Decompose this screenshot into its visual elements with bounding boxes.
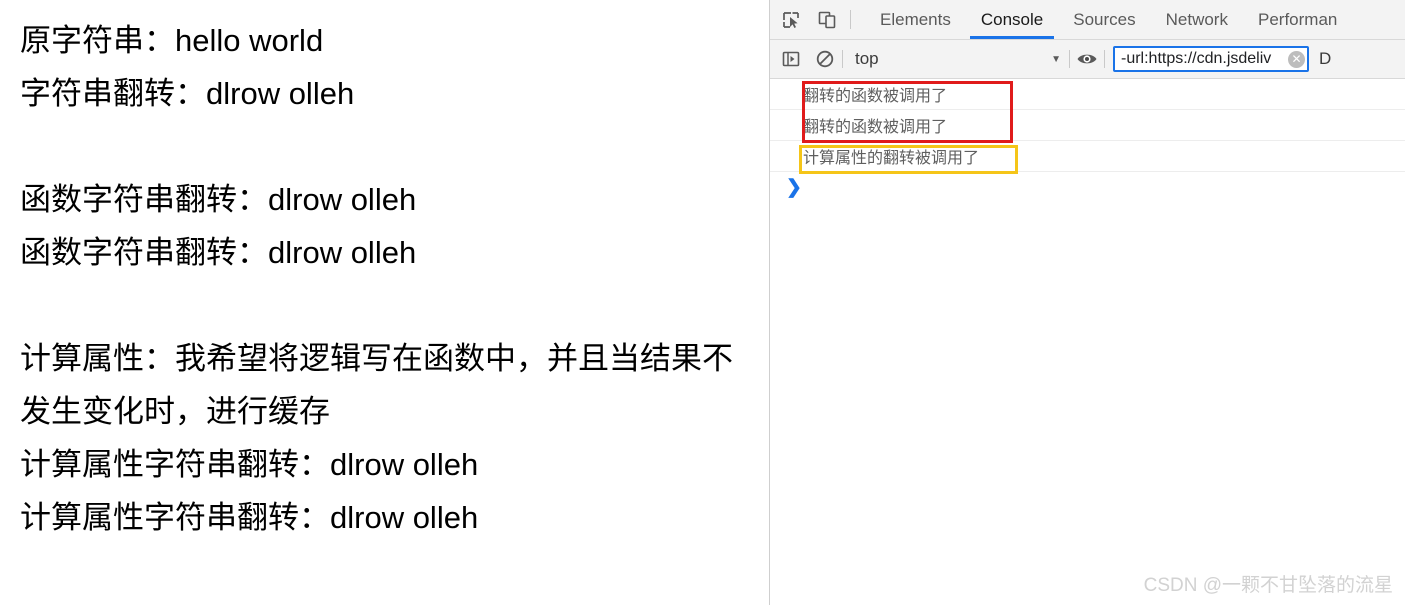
execution-context-value: top <box>855 49 879 68</box>
execution-context-select[interactable]: top ▼ <box>847 49 1065 69</box>
page-text-line: 函数字符串翻转：dlrow olleh <box>20 235 417 270</box>
tab-performance[interactable]: Performan <box>1243 0 1352 39</box>
page-spacer <box>20 279 769 332</box>
console-message-row: 计算属性的翻转被调用了 <box>770 141 1405 172</box>
tab-console[interactable]: Console <box>966 0 1058 39</box>
devtools-tool-icons <box>770 0 846 39</box>
tab-network[interactable]: Network <box>1151 0 1243 39</box>
devtools-tabbar: Elements Console Sources Network Perform… <box>770 0 1405 40</box>
page-content: 原字符串：hello world 字符串翻转：dlrow olleh 函数字符串… <box>0 0 769 544</box>
clear-console-icon[interactable] <box>812 46 838 72</box>
inspect-element-icon[interactable] <box>778 7 804 33</box>
screenshot-root: 原字符串：hello world 字符串翻转：dlrow olleh 函数字符串… <box>0 0 1405 605</box>
devtools-panel: Elements Console Sources Network Perform… <box>770 0 1405 605</box>
chevron-right-icon: ❯ <box>786 177 802 198</box>
page-text-line: 字符串翻转：dlrow olleh <box>20 76 355 111</box>
page-text-line: 计算属性：我希望将逻辑写在函数中，并且当结果不发生变化时，进行缓存 <box>20 341 733 429</box>
filterbar-divider-3 <box>1104 50 1105 68</box>
tab-sources[interactable]: Sources <box>1058 0 1150 39</box>
console-message-list[interactable]: 翻转的函数被调用了 翻转的函数被调用了 计算属性的翻转被调用了 ❯ CSDN @… <box>770 79 1405 605</box>
close-icon[interactable]: ✕ <box>1288 50 1305 68</box>
device-toolbar-icon[interactable] <box>814 7 840 33</box>
console-filter-toolbar: top ▼ ✕ D <box>770 40 1405 79</box>
rendered-page-pane: 原字符串：hello world 字符串翻转：dlrow olleh 函数字符串… <box>0 0 770 605</box>
search-input[interactable] <box>1121 50 1288 68</box>
tab-elements[interactable]: Elements <box>865 0 966 39</box>
live-expression-eye-icon[interactable] <box>1074 46 1100 72</box>
page-text-line: 计算属性字符串翻转：dlrow olleh <box>20 500 479 535</box>
console-message-row: 翻转的函数被调用了 <box>770 110 1405 141</box>
chevron-down-icon: ▼ <box>1051 53 1061 65</box>
console-message-row: 翻转的函数被调用了 <box>770 79 1405 110</box>
page-text-line: 计算属性字符串翻转：dlrow olleh <box>20 447 479 482</box>
console-sidebar-toggle-icon[interactable] <box>778 46 804 72</box>
devtools-tab-list: Elements Console Sources Network Perform… <box>855 0 1352 39</box>
filterbar-divider <box>842 50 843 68</box>
page-text-line: 原字符串：hello world <box>20 23 324 58</box>
page-spacer <box>20 120 769 173</box>
log-levels-dropdown[interactable]: D <box>1319 49 1331 69</box>
console-input-prompt[interactable]: ❯ <box>770 172 1405 203</box>
csdn-watermark: CSDN @一颗不甘坠落的流星 <box>1143 575 1393 596</box>
console-filter-field[interactable]: ✕ <box>1113 46 1309 72</box>
toolbar-divider <box>850 10 851 29</box>
page-text-line: 函数字符串翻转：dlrow olleh <box>20 182 417 217</box>
filterbar-divider-2 <box>1069 50 1070 68</box>
